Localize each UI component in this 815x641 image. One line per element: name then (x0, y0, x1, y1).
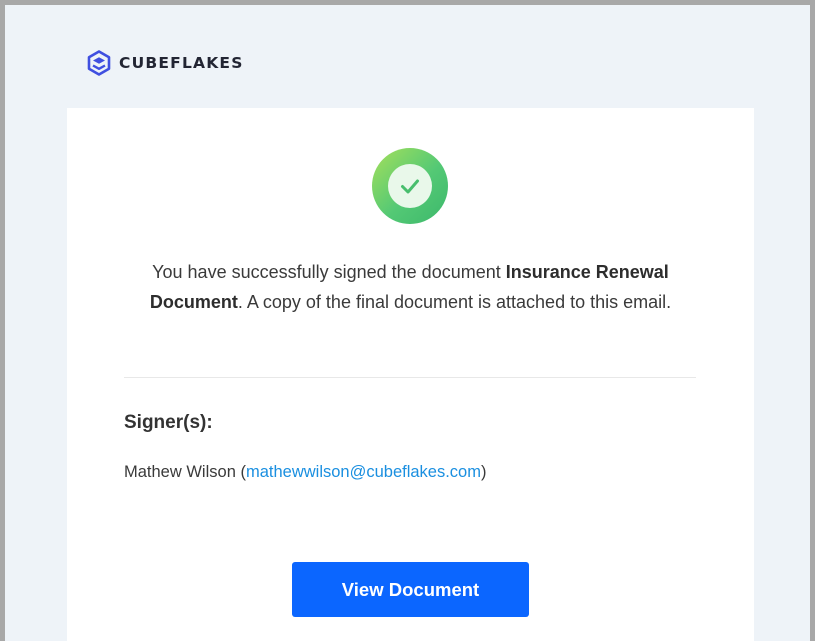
success-badge (372, 148, 448, 224)
message-prefix: You have successfully signed the documen… (152, 262, 506, 282)
email-card: You have successfully signed the documen… (67, 108, 754, 641)
message-suffix: . A copy of the final document is attach… (237, 291, 672, 312)
signer-email-link[interactable]: mathewwilson@cubeflakes.com (246, 463, 481, 481)
signer-item: Mathew Wilson (mathewwilson@cubeflakes.c… (124, 463, 487, 481)
success-message: You have successfully signed the documen… (139, 258, 682, 317)
divider (124, 377, 696, 378)
email-viewport: CUBEFLAKES You have successfully signed … (0, 0, 815, 641)
signer-name: Mathew Wilson (124, 463, 236, 481)
signers-heading: Signer(s): (124, 412, 213, 433)
cubeflakes-logo-icon (87, 50, 111, 76)
brand-name: CUBEFLAKES (119, 54, 244, 72)
view-document-button[interactable]: View Document (292, 562, 529, 617)
check-circle-icon (401, 179, 419, 194)
brand-logo: CUBEFLAKES (87, 50, 244, 76)
